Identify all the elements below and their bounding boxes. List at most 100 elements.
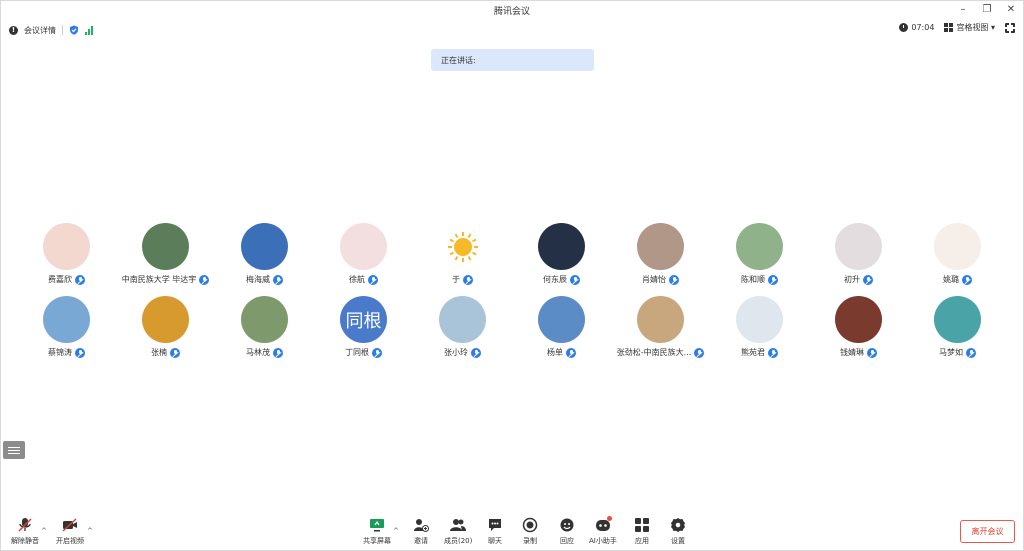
participant-grid: 费嘉欣 中南民族大学 毕达宇 梅海威 徐航 于 何东辰 肖婧怡 陈和顺 初升 姚璐蔡锦涛 张楠 马林茂…: [17, 223, 1007, 358]
participant-tile[interactable]: 姚璐: [908, 223, 1007, 285]
window-title: 腾讯会议: [493, 6, 530, 17]
muted-mic-icon: [768, 274, 778, 285]
active-speaker-banner: 正在讲话:: [431, 49, 594, 71]
participant-name-row: 张劲松-中南民族大...: [617, 347, 705, 358]
participant-tile[interactable]: 徐航: [314, 223, 413, 285]
participant-name-row: 张楠: [151, 347, 180, 358]
settings-button[interactable]: 设置: [670, 517, 686, 546]
muted-mic-icon: [863, 274, 873, 285]
apps-button[interactable]: 应用: [634, 517, 650, 546]
participant-tile[interactable]: 中南民族大学 毕达宇: [116, 223, 215, 285]
reactions-label: 回应: [560, 537, 574, 545]
reactions-button[interactable]: 回应: [559, 517, 575, 546]
participant-tile[interactable]: 张劲松-中南民族大...: [611, 296, 710, 358]
ai-assistant-button[interactable]: AI小助手: [589, 516, 617, 546]
participant-name: 蔡锦涛: [48, 348, 72, 357]
participant-name-row: 梅海威: [246, 274, 283, 285]
chat-button[interactable]: 聊天: [487, 517, 503, 546]
participant-tile[interactable]: 钱婧琳: [809, 296, 908, 358]
shield-icon[interactable]: [69, 25, 79, 35]
share-screen-icon: [369, 517, 385, 533]
view-mode-button[interactable]: 宫格视图 ▾: [944, 22, 995, 33]
participant-tile[interactable]: 何东辰: [512, 223, 611, 285]
list-toggle-button[interactable]: [3, 441, 25, 459]
participant-tile[interactable]: 张楠: [116, 296, 215, 358]
participant-tile[interactable]: 蔡锦涛: [17, 296, 116, 358]
invite-icon: [413, 517, 429, 533]
timer-text: 07:04: [911, 23, 935, 32]
apps-label: 应用: [635, 537, 649, 545]
participant-name-row: 熊苑君: [741, 347, 778, 358]
muted-mic-icon: [372, 347, 382, 358]
avatar: [538, 223, 585, 270]
participant-tile[interactable]: 张小玲: [413, 296, 512, 358]
muted-mic-icon: [962, 274, 972, 285]
participant-tile[interactable]: 初升: [809, 223, 908, 285]
participant-name: 杨单: [547, 348, 563, 357]
avatar: [142, 296, 189, 343]
record-button[interactable]: 录制: [522, 517, 538, 546]
meeting-timer: 07:04: [899, 23, 934, 32]
ai-assistant-label: AI小助手: [589, 537, 617, 545]
participant-tile[interactable]: 费嘉欣: [17, 223, 116, 285]
participant-tile[interactable]: 梅海威: [215, 223, 314, 285]
start-video-button[interactable]: 开启视频: [56, 517, 84, 546]
video-off-icon: [62, 517, 78, 533]
apps-icon: [634, 517, 650, 533]
participant-name: 姚璐: [943, 275, 959, 284]
avatar: [241, 296, 288, 343]
participant-name: 钱婧琳: [840, 348, 864, 357]
invite-button[interactable]: 邀请: [413, 517, 429, 546]
members-button[interactable]: 成员(20): [444, 517, 472, 546]
participant-name-row: 杨单: [547, 347, 576, 358]
participant-name-row: 徐航: [349, 274, 378, 285]
muted-mic-icon: [75, 274, 85, 285]
participant-name-row: 肖婧怡: [642, 274, 679, 285]
participant-name: 肖婧怡: [642, 275, 666, 284]
muted-mic-icon: [867, 347, 877, 358]
muted-mic-icon: [463, 274, 473, 285]
avatar: [142, 223, 189, 270]
participant-name-row: 初升: [844, 274, 873, 285]
chat-icon: [487, 517, 503, 533]
muted-mic-icon: [199, 274, 210, 285]
participant-tile[interactable]: 陈和顺: [710, 223, 809, 285]
muted-mic-icon: [566, 347, 576, 358]
participant-tile[interactable]: 杨单: [512, 296, 611, 358]
participant-tile[interactable]: 肖婧怡: [611, 223, 710, 285]
info-icon[interactable]: !: [9, 25, 18, 35]
unmute-label: 解除静音: [11, 537, 39, 545]
avatar: [538, 296, 585, 343]
restore-icon[interactable]: ❐: [981, 3, 993, 15]
participant-tile[interactable]: 于: [413, 223, 512, 285]
participant-name: 陈和顺: [741, 275, 765, 284]
share-screen-button[interactable]: 共享屏幕: [363, 517, 391, 546]
participant-tile[interactable]: 马林茂: [215, 296, 314, 358]
signal-icon[interactable]: [85, 25, 93, 35]
participant-tile[interactable]: 同根 丁同根: [314, 296, 413, 358]
audio-options-chevron-icon[interactable]: ^: [41, 527, 47, 535]
minimize-icon[interactable]: –: [957, 3, 969, 15]
share-options-chevron-icon[interactable]: ^: [393, 527, 399, 535]
clock-icon: [899, 23, 909, 32]
participant-name-row: 何东辰: [543, 274, 580, 285]
divider: [62, 25, 63, 35]
participant-tile[interactable]: 马梦如: [908, 296, 1007, 358]
muted-mic-icon: [966, 347, 976, 358]
video-options-chevron-icon[interactable]: ^: [87, 527, 93, 535]
participant-name-row: 蔡锦涛: [48, 347, 85, 358]
meeting-info-link[interactable]: 会议详情: [24, 25, 56, 36]
leave-meeting-button[interactable]: 离开会议: [960, 520, 1015, 543]
close-icon[interactable]: ✕: [1005, 3, 1017, 15]
gear-icon: [670, 517, 686, 533]
participant-tile[interactable]: 熊苑君: [710, 296, 809, 358]
participant-name: 张小玲: [444, 348, 468, 357]
avatar: [835, 223, 882, 270]
unmute-button[interactable]: 解除静音: [11, 517, 39, 546]
fullscreen-icon[interactable]: [1005, 22, 1017, 35]
ai-assistant-icon: [595, 516, 612, 533]
participant-name: 熊苑君: [741, 348, 765, 357]
avatar: [736, 296, 783, 343]
participant-name-row: 马林茂: [246, 347, 283, 358]
reactions-icon: [559, 517, 575, 533]
